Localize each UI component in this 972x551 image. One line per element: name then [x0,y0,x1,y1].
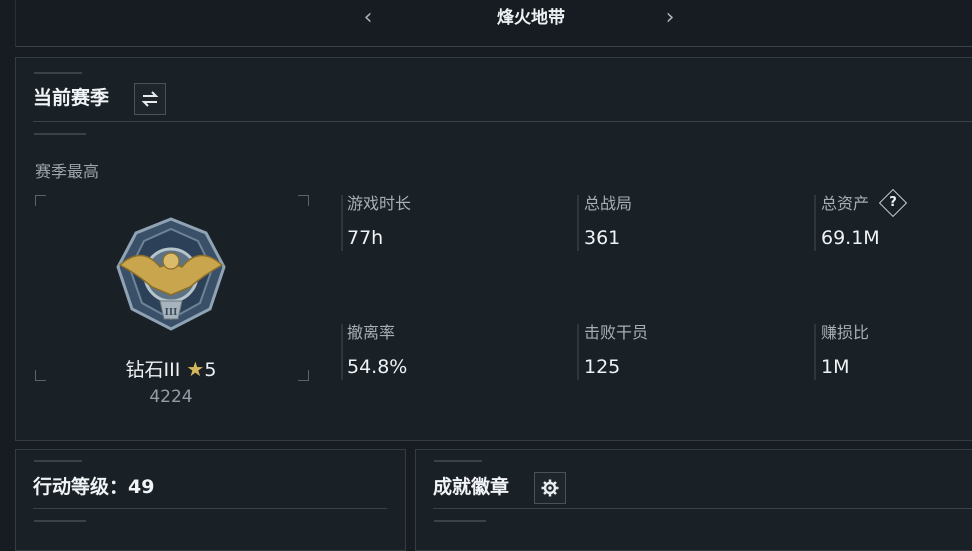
stat-label: 游戏时长 [347,194,412,213]
stat-separator [341,195,343,251]
decor-tick [34,460,82,462]
svg-text:III: III [165,308,178,318]
decor-tick [34,520,86,522]
decor-tick [434,460,482,462]
rank-name: 钻石III [125,359,181,381]
divider [33,121,972,122]
stat-value: 125 [584,356,621,378]
chevron-right-icon[interactable]: › [659,6,681,30]
rank-line: 钻石III ★5 [16,355,326,382]
stat-label: 击败干员 [584,323,649,342]
divider [33,508,387,509]
decor-tick [34,133,86,135]
stat-separator [577,195,579,251]
stat-value: 361 [584,227,621,249]
stat-label-row: 总资产? [821,188,972,218]
stat-label: 总资产 [821,194,870,213]
stat-separator [577,324,579,380]
stat-label: 撤离率 [347,323,396,342]
gear-icon[interactable] [534,472,566,504]
page-title: 烽火地带 [497,8,565,28]
rank-stars: 5 [204,359,217,381]
achievement-badges-title: 成就徽章 [433,476,510,498]
stat-play-time: 游戏时长 77h [347,192,567,250]
divider [433,508,972,509]
stat-value: 1M [821,356,850,378]
stat-label: 总战局 [584,194,633,213]
rank-score: 4224 [149,387,193,407]
stat-operators-defeated: 击败干员 125 [584,321,804,379]
decor-tick [434,520,486,522]
stat-label: 赚损比 [821,323,870,342]
stat-extract-rate: 撤离率 54.8% [347,321,567,379]
stat-total-matches: 总战局 361 [584,192,804,250]
current-season-panel: 当前赛季 赛季最高 III 钻石III ★5 4224 游戏时长 77h 总战局… [15,57,972,441]
season-title: 当前赛季 [33,87,110,109]
stat-profit-loss-ratio: 赚损比 1M [821,321,972,379]
chevron-left-icon[interactable]: ‹ [357,6,379,30]
stat-separator [341,324,343,380]
decor-tick [34,72,82,74]
stat-value: 54.8% [347,356,408,378]
top-nav-bar: ‹ 烽火地带 › [15,0,972,47]
stat-total-assets: 总资产? 69.1M [821,188,972,250]
diamond-rank-medal-icon: III [116,217,226,331]
help-icon[interactable]: ? [878,188,908,217]
star-icon: ★ [186,357,205,381]
stat-value: 77h [347,227,384,249]
operation-level-panel: 行动等级：49 [15,449,406,551]
stat-value: 69.1M [821,227,880,249]
stat-separator [814,324,816,380]
swap-icon[interactable] [134,83,166,115]
season-best-label: 赛季最高 [35,162,100,181]
stat-separator [814,195,816,251]
achievement-badges-panel: 成就徽章 [415,449,972,551]
operation-level-title: 行动等级：49 [33,476,155,498]
